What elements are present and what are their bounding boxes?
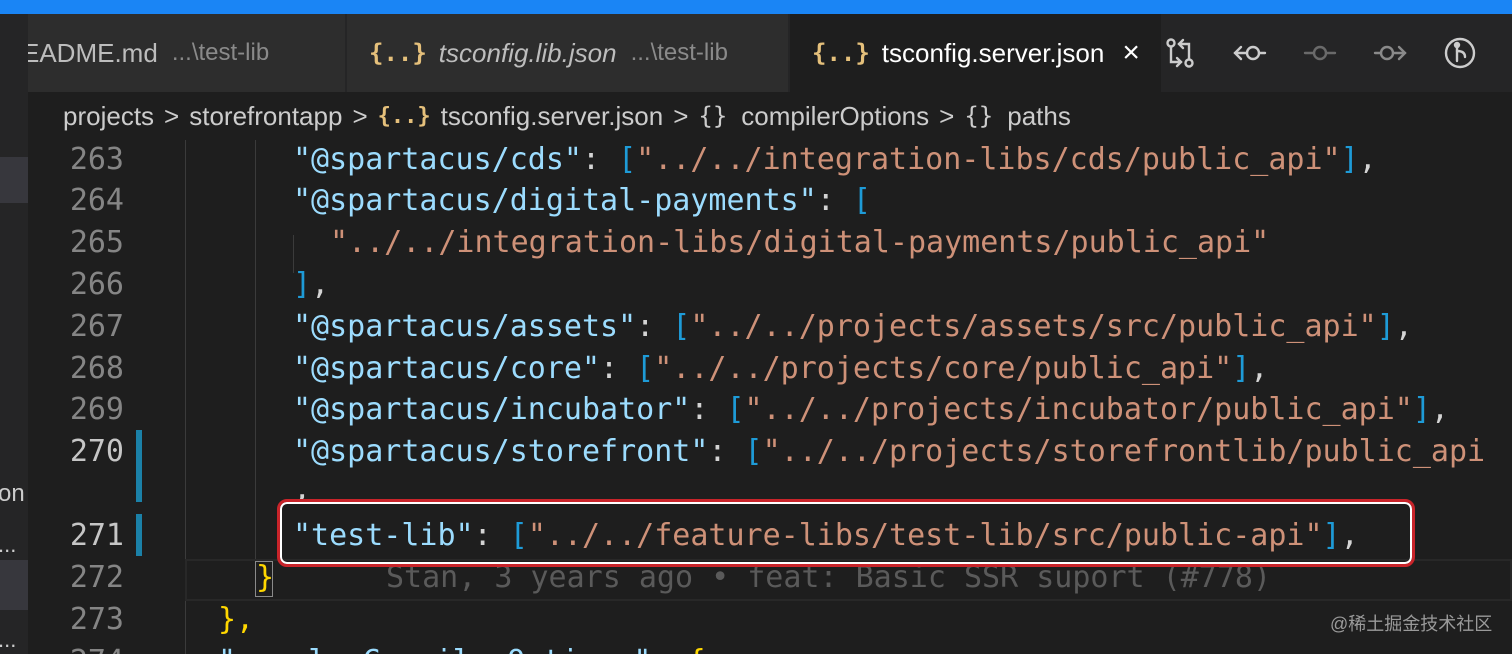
close-icon[interactable]: × xyxy=(1122,38,1140,68)
chevron-right-icon: > xyxy=(673,100,689,131)
go-forward-icon[interactable] xyxy=(1372,35,1408,71)
code-line: "@spartacus/core": ["../../projects/core… xyxy=(293,351,1269,386)
code-line: "@spartacus/digital-payments": [ xyxy=(293,183,871,218)
line-number: 272 xyxy=(69,560,124,595)
annotation-highlight-box xyxy=(277,499,1415,567)
code-line: "@spartacus/storefront": ["../../project… xyxy=(293,434,1486,469)
code-line: }, xyxy=(218,602,255,637)
code-line: "angularCompilerOptions": { xyxy=(218,644,706,654)
chevron-right-icon: > xyxy=(352,100,368,131)
json-icon: {..} xyxy=(812,39,870,67)
timeline-icon[interactable] xyxy=(1302,35,1338,71)
code-line: "@spartacus/assets": ["../../projects/as… xyxy=(293,309,1413,344)
open-changes-icon[interactable] xyxy=(1162,35,1198,71)
line-number: 274 xyxy=(28,644,124,654)
breadcrumb-storefrontapp[interactable]: storefrontapp xyxy=(189,101,342,132)
code-editor[interactable]: 263 264 265 266 267 268 269 270 271 272 … xyxy=(28,140,1512,654)
line-number: 273 xyxy=(69,602,124,637)
code-line: } xyxy=(256,560,275,595)
tab-tsconfig-lib[interactable]: {..} tsconfig.lib.json ...\test-lib xyxy=(347,14,789,92)
code-line: "@spartacus/incubator": ["../../projects… xyxy=(293,392,1449,427)
git-history-icon[interactable] xyxy=(1442,35,1478,71)
line-number: 269 xyxy=(69,392,124,427)
json-icon: {..} xyxy=(377,103,431,129)
panel-selected-item[interactable] xyxy=(0,157,28,203)
chevron-right-icon: > xyxy=(939,100,955,131)
tab-label: EADME.md xyxy=(28,37,158,68)
line-number: 270 xyxy=(69,434,124,469)
code-line: "../../integration-libs/digital-payments… xyxy=(330,225,1270,260)
breadcrumb-compileroptions[interactable]: compilerOptions xyxy=(741,101,929,132)
tab-path: ...\test-lib xyxy=(171,39,270,66)
side-panel: on ... ... xyxy=(0,14,28,654)
tab-label: tsconfig.lib.json xyxy=(438,37,617,68)
panel-item-ellipsis[interactable]: ... xyxy=(0,532,16,558)
panel-item-fragment[interactable]: on xyxy=(0,480,25,508)
line-number: 263 xyxy=(69,142,124,177)
object-icon: {} xyxy=(698,102,728,130)
breadcrumb-paths[interactable]: paths xyxy=(1007,101,1071,132)
json-icon: {..} xyxy=(369,39,427,67)
code-line: "@spartacus/cds": ["../../integration-li… xyxy=(293,142,1377,177)
panel-item-ellipsis[interactable]: ... xyxy=(0,627,16,653)
line-number: 268 xyxy=(69,351,124,386)
breadcrumb-file[interactable]: tsconfig.server.json xyxy=(441,101,664,132)
indent-guide xyxy=(255,140,256,560)
watermark: @稀土掘金技术社区 xyxy=(1330,614,1493,634)
line-number: 264 xyxy=(69,183,124,218)
editor-actions xyxy=(1162,14,1512,92)
tab-tsconfig-server[interactable]: {..} tsconfig.server.json × xyxy=(790,14,1162,92)
tab-path: ...\test-lib xyxy=(630,39,728,66)
chevron-right-icon: > xyxy=(164,100,180,131)
line-number: 266 xyxy=(69,267,124,302)
code-line: ], xyxy=(293,267,330,302)
go-back-icon[interactable] xyxy=(1232,35,1268,71)
panel-item-active[interactable] xyxy=(0,560,28,610)
object-icon: {} xyxy=(964,102,994,130)
gutter-modified-marker xyxy=(136,514,142,556)
line-number: 267 xyxy=(69,309,124,344)
breadcrumb: projects > storefrontapp > {..} tsconfig… xyxy=(28,92,1512,140)
gutter-modified-marker xyxy=(136,430,142,502)
breadcrumb-projects[interactable]: projects xyxy=(63,101,154,132)
line-number: 265 xyxy=(69,225,124,260)
line-number: 271 xyxy=(69,518,124,553)
title-accent-bar xyxy=(0,0,1512,14)
tab-label: tsconfig.server.json xyxy=(881,37,1105,68)
tab-readme[interactable]: EADME.md ...\test-lib xyxy=(28,14,346,92)
